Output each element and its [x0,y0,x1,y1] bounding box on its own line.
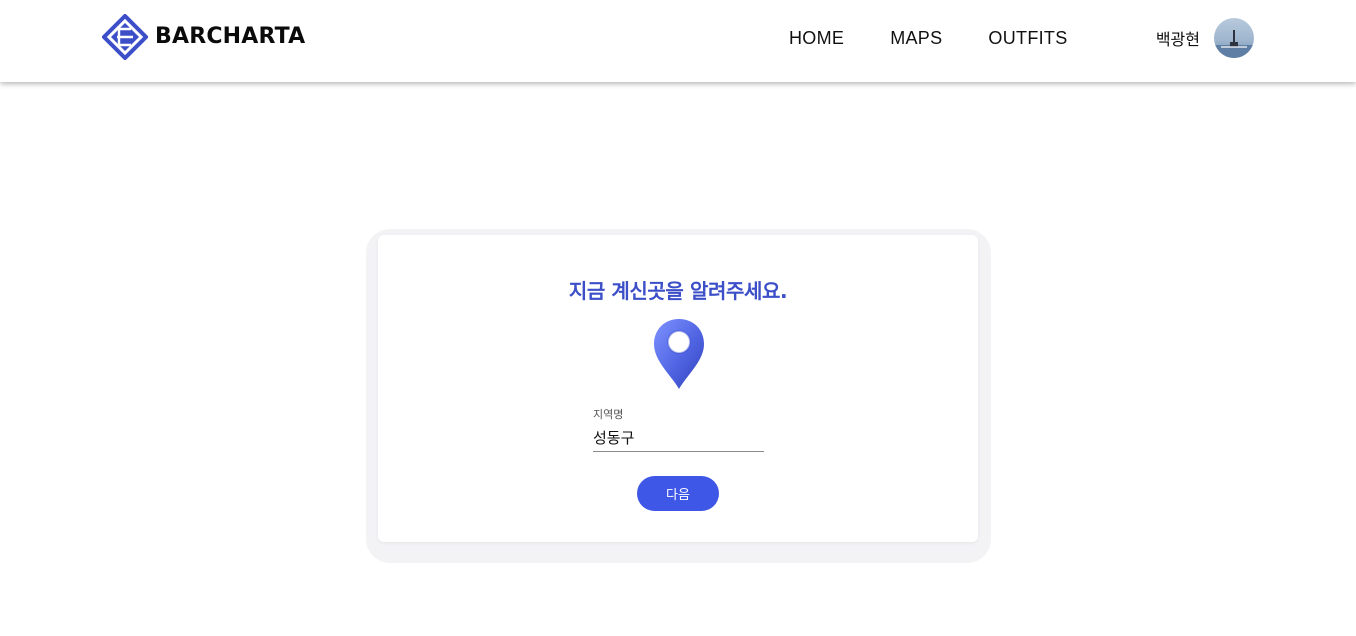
region-field-label: 지역명 [593,408,624,421]
avatar-photo-icon [1214,30,1254,58]
avatar[interactable] [1214,18,1254,58]
card-backdrop: 지금 계신곳을 알려주세요. 지역명 다음 [366,229,991,563]
nav-home[interactable]: HOME [789,28,844,48]
user-name: 백광현 [1155,30,1200,49]
region-input[interactable] [593,426,764,452]
nav-maps[interactable]: MAPS [890,28,942,48]
user-menu: 백광현 [1156,18,1254,58]
card-title: 지금 계신곳을 알려주세요. [568,279,788,303]
main-nav: HOME MAPS OUTFITS [789,28,1068,48]
region-field: 지역명 [593,408,764,452]
logo[interactable]: BARCHARTA [102,14,305,60]
location-pin-icon [654,319,704,389]
logo-text: BARCHARTA [155,24,306,49]
diamond-e-logo-icon [102,14,148,60]
nav-outfits[interactable]: OUTFITS [988,28,1067,48]
top-header: BARCHARTA HOME MAPS OUTFITS 백광현 [0,0,1356,82]
next-button[interactable]: 다음 [637,476,719,511]
location-card: 지금 계신곳을 알려주세요. 지역명 다음 [378,235,978,542]
